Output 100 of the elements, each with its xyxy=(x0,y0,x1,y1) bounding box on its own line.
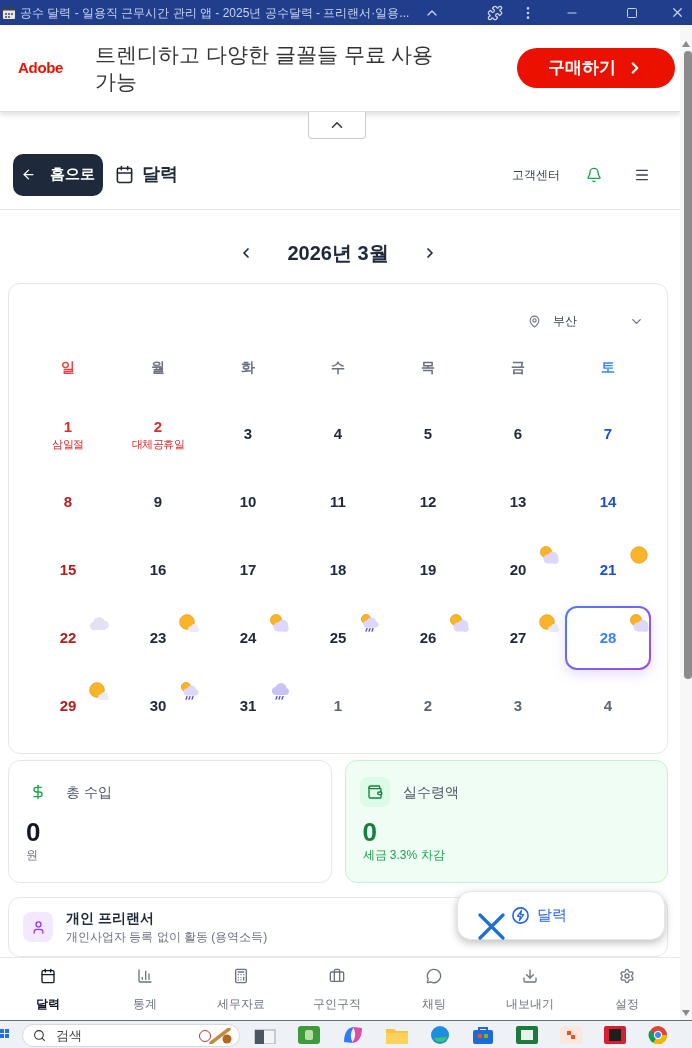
calendar-day[interactable]: 26 xyxy=(385,606,471,670)
calendar-day[interactable]: 3 xyxy=(475,674,561,738)
round-app-icon[interactable] xyxy=(430,1026,450,1044)
search-field[interactable]: 검색 xyxy=(22,1024,240,1047)
calendar-day[interactable]: 25 xyxy=(295,606,381,670)
calendar-day[interactable]: 28 xyxy=(565,606,651,670)
maximize-icon[interactable] xyxy=(626,6,638,19)
close-icon[interactable] xyxy=(670,5,685,20)
calendar-day[interactable]: 13 xyxy=(475,470,561,534)
baseball-icon xyxy=(199,1027,233,1044)
page-title: 달력 xyxy=(142,163,178,186)
amount-value: 0 xyxy=(362,817,378,847)
nav-tab[interactable]: 내보내기 xyxy=(482,958,579,1020)
nav-tab[interactable]: 채팅 xyxy=(385,958,483,1020)
ad-headline: 트렌디하고 다양한 글꼴들 무료 사용 가능 xyxy=(95,42,435,95)
calendar-icon xyxy=(40,968,57,984)
worker-type-title: 개인 프리랜서 xyxy=(66,909,155,927)
calendar-day[interactable]: 7 xyxy=(565,402,651,466)
calendar-day[interactable]: 17 xyxy=(205,538,291,602)
map-pin-icon xyxy=(528,314,541,328)
calendar-day[interactable]: 9 xyxy=(115,470,201,534)
calendar-day[interactable]: 4 xyxy=(565,674,651,738)
weekday-label: 토 xyxy=(600,357,616,377)
nav-tab[interactable]: 구인구직 xyxy=(289,958,386,1020)
calendar-day[interactable]: 15 xyxy=(25,538,111,602)
swirl-icon[interactable] xyxy=(342,1026,364,1044)
scrollbar-thumb[interactable] xyxy=(683,51,692,679)
amount-value: 0 xyxy=(26,817,42,847)
settings-icon xyxy=(618,968,635,984)
download-icon xyxy=(522,968,539,984)
app-tile-icon[interactable] xyxy=(560,1026,582,1044)
person-icon xyxy=(23,912,53,942)
calendar-icon xyxy=(115,165,134,184)
calendar-day[interactable]: 14 xyxy=(565,470,651,534)
app-tile-icon[interactable] xyxy=(516,1026,538,1044)
tax-note: 세금 3.3% 차감 xyxy=(362,847,446,863)
search-icon xyxy=(33,1029,46,1042)
bell-icon[interactable] xyxy=(586,166,602,183)
app-tile-icon[interactable] xyxy=(604,1026,626,1044)
lightning-circle-icon xyxy=(512,907,529,924)
card-label: 총 수입 xyxy=(66,782,112,802)
worker-type-description: 개인사업자 등록 없이 활동 (용역소득) xyxy=(66,929,268,945)
nav-tab[interactable]: 달력 xyxy=(0,958,97,1020)
chat-bubble-icon xyxy=(425,968,442,984)
calendar-day[interactable]: 19 xyxy=(385,538,471,602)
calendar-day[interactable]: 2 xyxy=(385,674,471,738)
app-tile-icon[interactable] xyxy=(298,1026,320,1044)
calendar-day[interactable]: 1 xyxy=(295,674,381,738)
calendar-day[interactable]: 18 xyxy=(295,538,381,602)
back-button[interactable]: 홈으로 xyxy=(13,153,103,196)
arrow-left-icon xyxy=(21,167,36,182)
floating-calendar-button[interactable]: 달력 xyxy=(457,891,665,940)
calendar-day[interactable]: 3 xyxy=(205,402,291,466)
weekday-label: 일 xyxy=(60,357,76,377)
weekday-label: 금 xyxy=(510,357,526,377)
nav-tab[interactable]: 설정 xyxy=(578,958,675,1020)
calendar-day[interactable]: 8 xyxy=(25,470,111,534)
calendar-day[interactable]: 6 xyxy=(475,402,561,466)
close-icon[interactable] xyxy=(478,913,505,940)
calendar-day[interactable]: 16 xyxy=(115,538,201,602)
scroll-up-icon[interactable] xyxy=(682,41,690,47)
card-label: 실수령액 xyxy=(402,782,459,802)
nav-tab[interactable]: 통계 xyxy=(96,958,193,1020)
calculator-icon xyxy=(233,968,250,984)
month-label: 2026년 3월 xyxy=(287,241,389,266)
calendar-day[interactable]: 20 xyxy=(475,538,561,602)
briefcase-icon xyxy=(329,968,346,984)
calendar-day[interactable]: 21 xyxy=(565,538,651,602)
calendar-day[interactable]: 4 xyxy=(295,402,381,466)
shopping-bag-icon[interactable] xyxy=(472,1026,494,1044)
calendar-day[interactable]: 31 xyxy=(205,674,291,738)
support-link[interactable]: 고객센터 xyxy=(512,165,560,184)
calendar-day[interactable]: 5 xyxy=(385,402,471,466)
calendar-day[interactable]: 24 xyxy=(205,606,291,670)
wallet-icon xyxy=(359,777,390,807)
location-select[interactable]: 부산 xyxy=(528,309,644,333)
calendar-day[interactable]: 1 삼일절 xyxy=(25,402,111,466)
calendar-day[interactable]: 29 xyxy=(25,674,111,738)
weekday-label: 목 xyxy=(420,357,436,377)
calendar-day[interactable]: 12 xyxy=(385,470,471,534)
calendar-day[interactable]: 30 xyxy=(115,674,201,738)
scrollbar[interactable] xyxy=(680,25,692,1020)
buy-button[interactable]: 구매하기 xyxy=(517,48,675,88)
calendar-day[interactable]: 2 대체공휴일 xyxy=(115,402,201,466)
nav-tab[interactable]: 세무자료 xyxy=(192,958,290,1020)
scroll-down-icon[interactable] xyxy=(682,1010,690,1016)
weekday-label: 월 xyxy=(150,357,166,377)
calendar-icon xyxy=(2,5,16,20)
calendar-day[interactable]: 11 xyxy=(295,470,381,534)
brand-logo: Adobe xyxy=(18,57,65,78)
calendar-day[interactable]: 23 xyxy=(115,606,201,670)
puzzle-icon[interactable] xyxy=(487,4,503,21)
calendar-day[interactable]: 27 xyxy=(475,606,561,670)
calendar-day[interactable]: 10 xyxy=(205,470,291,534)
window-icon[interactable] xyxy=(254,1026,276,1044)
calendar-day[interactable]: 22 xyxy=(25,606,111,670)
unit-label: 원 xyxy=(26,847,39,863)
round-app-icon[interactable] xyxy=(648,1026,668,1044)
window-title: 공수 달력 - 일용직 근무시간 관리 앱 - 2025년 공수달력 - 프리랜서·일용... xyxy=(20,4,411,21)
weekday-label: 수 xyxy=(330,357,346,377)
